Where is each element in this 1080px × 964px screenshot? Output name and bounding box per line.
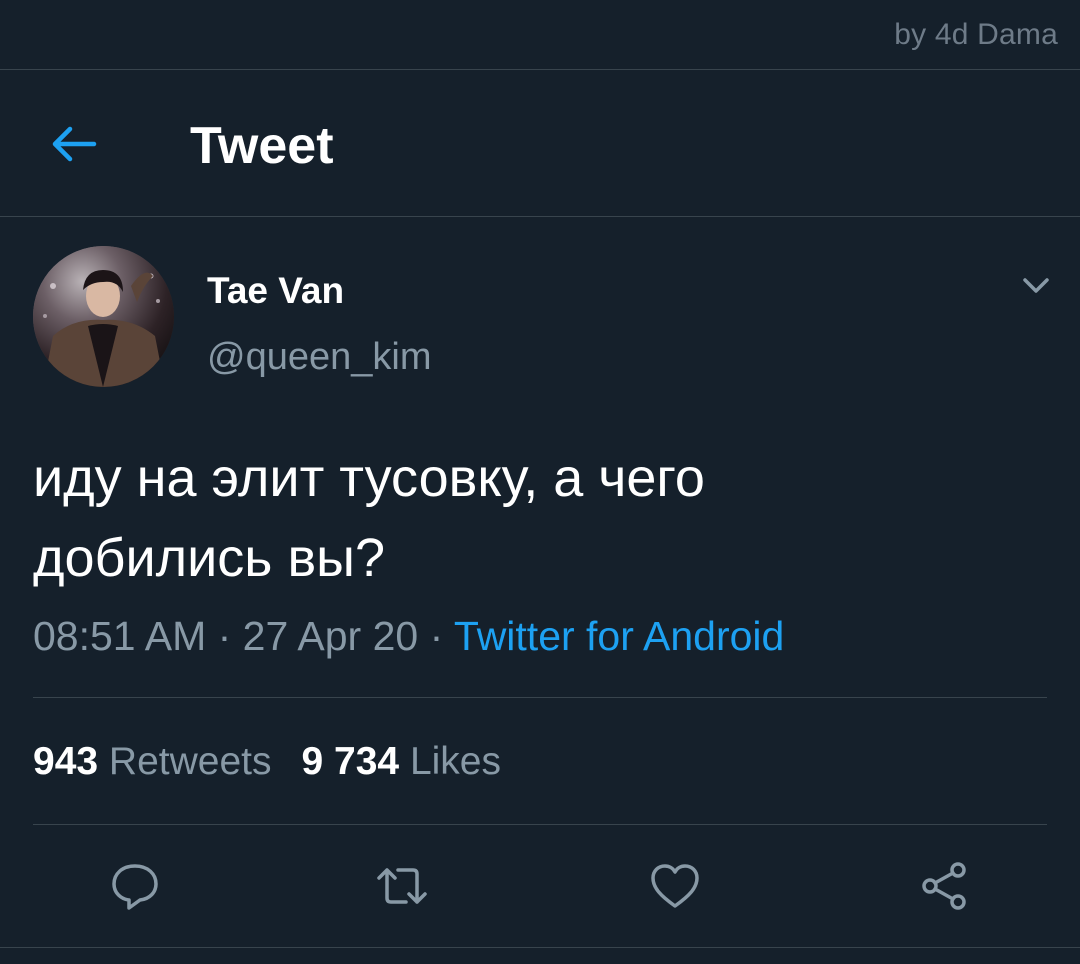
reply-button[interactable] bbox=[107, 858, 163, 914]
meta-divider bbox=[33, 697, 1047, 698]
tweet-text: иду на элит тусовку, а чего добились вы? bbox=[33, 438, 1043, 598]
arrow-left-icon bbox=[52, 126, 97, 162]
tweet-stats: 943 Retweets 9 734 Likes bbox=[33, 740, 531, 784]
watermark: by 4d Dama bbox=[894, 18, 1058, 51]
meta-separator: · bbox=[418, 613, 454, 659]
share-button[interactable] bbox=[916, 858, 972, 914]
likes-count: 9 734 bbox=[301, 740, 400, 783]
retweets-label: Retweets bbox=[108, 740, 272, 783]
handle[interactable]: @queen_kim bbox=[207, 336, 431, 379]
page-title: Tweet bbox=[190, 117, 334, 175]
avatar[interactable] bbox=[33, 246, 174, 387]
header: Tweet bbox=[0, 70, 1080, 216]
header-divider bbox=[0, 216, 1080, 217]
tweet-text-line-1: иду на элит тусовку, а чего bbox=[33, 448, 705, 508]
heart-icon bbox=[651, 864, 699, 908]
retweets-stat[interactable]: 943 Retweets bbox=[33, 740, 272, 784]
more-options-button[interactable] bbox=[1018, 270, 1054, 300]
tweet-date: 27 Apr 20 bbox=[242, 613, 419, 659]
back-button[interactable] bbox=[46, 120, 102, 168]
retweet-button[interactable] bbox=[374, 858, 430, 914]
display-name[interactable]: Tae Van bbox=[207, 270, 344, 312]
retweets-count: 943 bbox=[33, 740, 99, 783]
chevron-down-icon bbox=[1023, 278, 1049, 293]
share-icon bbox=[922, 862, 966, 910]
tweet-text-line-2: добились вы? bbox=[33, 528, 385, 588]
stats-divider bbox=[33, 824, 1047, 825]
tweet-meta: 08:51 AM · 27 Apr 20 · Twitter for Andro… bbox=[33, 613, 784, 660]
bottom-divider bbox=[0, 947, 1080, 948]
tweet-source-link[interactable]: Twitter for Android bbox=[454, 613, 784, 659]
like-button[interactable] bbox=[647, 858, 703, 914]
tweet-time: 08:51 AM bbox=[33, 613, 207, 659]
avatar-photo bbox=[33, 246, 174, 387]
likes-label: Likes bbox=[409, 740, 501, 783]
likes-stat[interactable]: 9 734 Likes bbox=[302, 740, 502, 784]
meta-separator: · bbox=[206, 613, 243, 659]
reply-icon bbox=[112, 864, 158, 910]
retweet-icon bbox=[377, 868, 427, 904]
